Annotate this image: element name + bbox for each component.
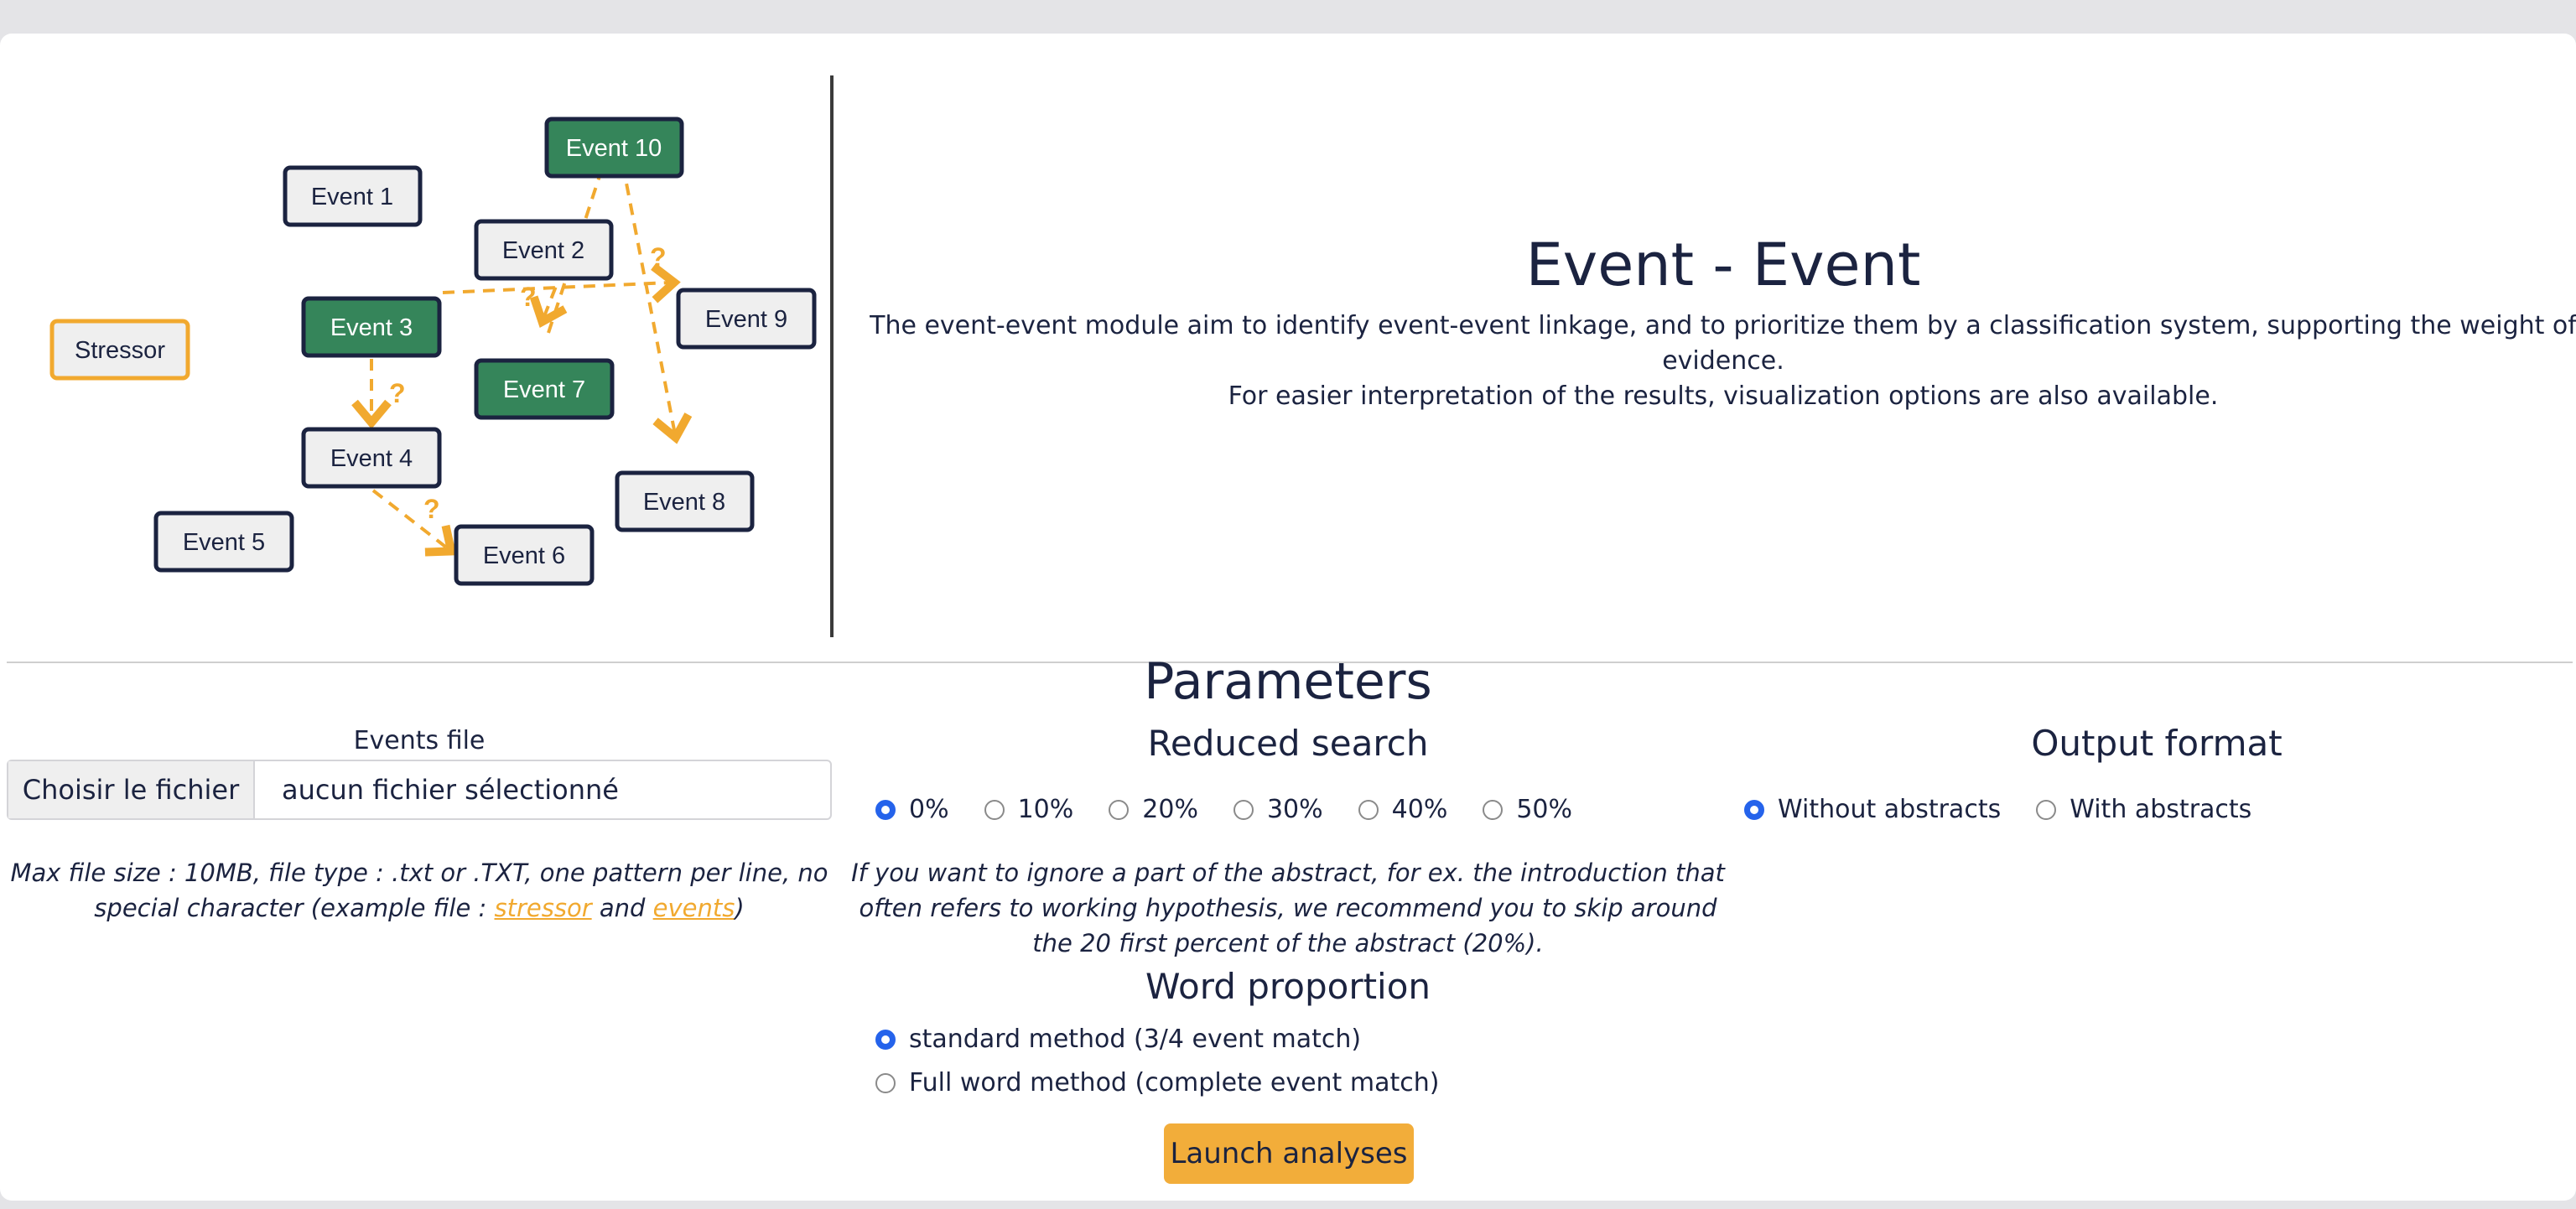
vertical-divider xyxy=(830,75,834,637)
radio-button[interactable] xyxy=(1358,799,1379,820)
word-proportion-option-full[interactable]: Full word method (complete event match) xyxy=(875,1068,1439,1097)
note-text: ) xyxy=(735,894,745,922)
note-line: often refers to working hypothesis, we r… xyxy=(859,894,1717,922)
reduced-search-options: 0% 10% 20% 30% 40% 50% xyxy=(875,795,1607,824)
option-label: Without abstracts xyxy=(1778,795,2002,824)
svg-text:Event 10: Event 10 xyxy=(566,135,662,162)
option-label: 50% xyxy=(1516,795,1573,824)
node-event-7: Event 7 xyxy=(474,358,615,420)
svg-text:Event 2: Event 2 xyxy=(502,237,584,264)
svg-text:Event 7: Event 7 xyxy=(503,376,585,403)
node-event-4: Event 4 xyxy=(301,427,442,489)
node-event-9: Event 9 xyxy=(676,288,817,350)
note-line: special character (example file : stress… xyxy=(7,890,832,926)
output-format-without-abstracts[interactable]: Without abstracts xyxy=(1744,795,2001,824)
node-event-3: Event 3 xyxy=(301,296,442,358)
option-label: 30% xyxy=(1266,795,1323,824)
svg-text:Event 9: Event 9 xyxy=(705,306,787,333)
main-card: ? ? ? ? Event 10 Event 1 Event 2 Stresso… xyxy=(0,34,2576,1201)
note-line: Max file size : 10MB, file type : .txt o… xyxy=(10,859,828,887)
node-event-5: Event 5 xyxy=(153,511,294,573)
reduced-search-option-0[interactable]: 0% xyxy=(875,795,949,824)
reduced-search-title: Reduced search xyxy=(1147,723,1429,764)
radio-button[interactable] xyxy=(1109,799,1130,820)
question-mark: ? xyxy=(389,378,406,408)
option-label: Full word method (complete event match) xyxy=(909,1068,1440,1097)
radio-button[interactable] xyxy=(875,1029,896,1050)
svg-text:Event 4: Event 4 xyxy=(330,445,413,472)
question-mark: ? xyxy=(423,494,440,524)
description-line: The event-event module aim to identify e… xyxy=(870,311,2576,376)
word-proportion-title: Word proportion xyxy=(1145,966,1431,1007)
radio-button[interactable] xyxy=(2036,799,2057,820)
description-line: For easier interpretation of the results… xyxy=(1228,381,2219,411)
reduced-search-note: If you want to ignore a part of the abst… xyxy=(839,855,1737,961)
svg-text:Event 5: Event 5 xyxy=(183,529,265,556)
arrow-event10-event8 xyxy=(617,143,693,444)
reduced-search-option-50[interactable]: 50% xyxy=(1483,795,1572,824)
word-proportion-option-standard[interactable]: standard method (3/4 event match) xyxy=(875,1025,1361,1054)
node-event-8: Event 8 xyxy=(615,470,755,532)
events-file-label: Events file xyxy=(353,726,486,755)
reduced-search-option-30[interactable]: 30% xyxy=(1233,795,1323,824)
page-description: The event-event module aim to identify e… xyxy=(847,309,2576,414)
option-label: 10% xyxy=(1017,795,1074,824)
question-mark: ? xyxy=(650,242,667,272)
option-label: 0% xyxy=(909,795,949,824)
option-label: 20% xyxy=(1142,795,1198,824)
radio-button[interactable] xyxy=(984,799,1005,820)
choose-file-button[interactable]: Choisir le fichier xyxy=(8,761,255,818)
reduced-search-option-10[interactable]: 10% xyxy=(984,795,1074,824)
node-event-6: Event 6 xyxy=(454,524,595,586)
events-file-note: Max file size : 10MB, file type : .txt o… xyxy=(7,855,832,926)
output-format-with-abstracts[interactable]: With abstracts xyxy=(2036,795,2251,824)
option-label: standard method (3/4 event match) xyxy=(909,1025,1362,1054)
selected-file-name: aucun fichier sélectionné xyxy=(282,774,619,806)
reduced-search-option-40[interactable]: 40% xyxy=(1358,795,1448,824)
radio-button[interactable] xyxy=(1744,799,1764,820)
node-event-10: Event 10 xyxy=(544,117,684,179)
launch-analyses-button[interactable]: Launch analyses xyxy=(1164,1123,1414,1184)
radio-button[interactable] xyxy=(1233,799,1254,820)
event-diagram: ? ? ? ? Event 10 Event 1 Event 2 Stresso… xyxy=(49,117,817,586)
arrow-event3-event9 xyxy=(442,262,681,304)
page-title: Event - Event xyxy=(1525,231,1921,299)
events-example-link[interactable]: events xyxy=(653,894,735,922)
svg-text:Event 8: Event 8 xyxy=(643,489,725,516)
svg-text:Event 6: Event 6 xyxy=(483,542,565,569)
parameters-title: Parameters xyxy=(1144,652,1432,711)
svg-text:Event 1: Event 1 xyxy=(311,184,393,210)
node-event-1: Event 1 xyxy=(283,165,423,227)
events-file-input[interactable]: Choisir le fichier aucun fichier sélecti… xyxy=(7,760,832,820)
note-line: If you want to ignore a part of the abst… xyxy=(851,859,1725,887)
note-text: special character (example file : xyxy=(94,894,495,922)
reduced-search-option-20[interactable]: 20% xyxy=(1109,795,1198,824)
note-line: the 20 first percent of the abstract (20… xyxy=(1032,929,1544,957)
svg-text:Event 3: Event 3 xyxy=(330,314,413,341)
output-format-options: Without abstracts With abstracts xyxy=(1744,795,2287,824)
node-event-2: Event 2 xyxy=(474,219,614,281)
radio-button[interactable] xyxy=(875,1072,896,1093)
stressor-example-link[interactable]: stressor xyxy=(495,894,592,922)
note-text: and xyxy=(591,894,653,922)
output-format-title: Output format xyxy=(2031,723,2283,764)
svg-text:Stressor: Stressor xyxy=(75,337,165,364)
radio-button[interactable] xyxy=(1483,799,1504,820)
node-stressor: Stressor xyxy=(49,319,190,381)
radio-button[interactable] xyxy=(875,799,896,820)
question-mark: ? xyxy=(520,282,537,312)
option-label: With abstracts xyxy=(2070,795,2252,824)
option-label: 40% xyxy=(1391,795,1448,824)
